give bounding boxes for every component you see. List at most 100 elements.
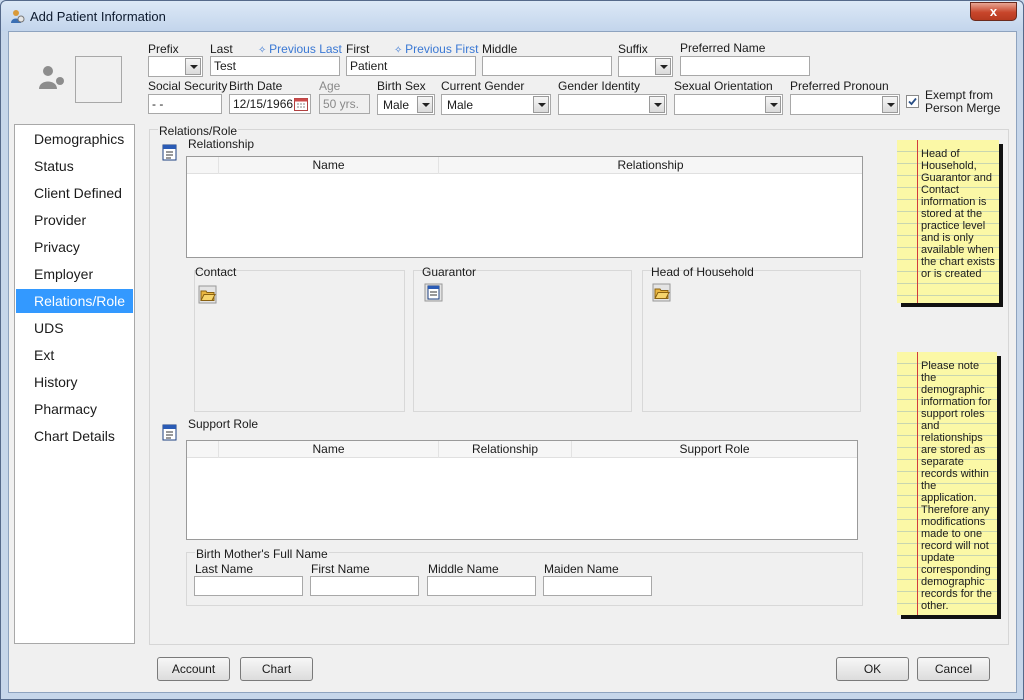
- note-margin-line: [917, 140, 918, 303]
- edit-guarantor-icon[interactable]: [424, 283, 443, 302]
- patient-dialog-window: Add Patient Information x Prefix Last ✧ …: [0, 0, 1024, 700]
- sidebar-item-uds[interactable]: UDS: [16, 316, 133, 340]
- chevron-down-icon[interactable]: [649, 96, 665, 113]
- note-line: the application.: [921, 480, 977, 504]
- bm-maiden-name-input[interactable]: [543, 576, 652, 596]
- note-line: the: [921, 372, 937, 384]
- birth-sex-select[interactable]: Male: [377, 94, 435, 115]
- age-label: Age: [319, 79, 341, 93]
- prefix-select[interactable]: [148, 56, 203, 77]
- birth-mother-group: Birth Mother's Full Name Last Name First…: [186, 547, 863, 606]
- current-gender-select[interactable]: Male: [441, 94, 551, 115]
- note-line: records for the: [921, 588, 992, 600]
- window-title: Add Patient Information: [30, 9, 166, 24]
- sidebar-item-history[interactable]: History: [16, 370, 133, 394]
- note-line: demographic: [921, 384, 985, 396]
- relationship-title: Relationship: [188, 137, 255, 151]
- note-line: demographic: [921, 576, 985, 588]
- last-name-input[interactable]: Test: [210, 56, 340, 76]
- birth-sex-label: Birth Sex: [377, 79, 426, 93]
- gender-identity-select[interactable]: [558, 94, 667, 115]
- name-column-header[interactable]: Name: [219, 441, 439, 458]
- calendar-icon[interactable]: [294, 97, 308, 111]
- note-line: the chart exists: [921, 256, 995, 268]
- cancel-button[interactable]: Cancel: [917, 657, 990, 681]
- note-line: Head of: [921, 148, 960, 160]
- open-folder-icon[interactable]: [198, 285, 217, 304]
- preferred-pronoun-select[interactable]: [790, 94, 900, 115]
- suffix-select[interactable]: [618, 56, 673, 77]
- previous-first-label: Previous First: [405, 42, 479, 56]
- note-line: made to one: [921, 528, 983, 540]
- birth-date-input[interactable]: 12/15/1966: [229, 94, 311, 114]
- account-button[interactable]: Account: [157, 657, 230, 681]
- note-line: and is only: [921, 232, 974, 244]
- bm-last-name-input[interactable]: [194, 576, 303, 596]
- contact-group: Contact: [194, 265, 405, 412]
- sidebar-item-ext[interactable]: Ext: [16, 343, 133, 367]
- bm-middle-name-label: Middle Name: [428, 562, 499, 576]
- note-line: separate: [921, 456, 964, 468]
- sidebar-item-demographics[interactable]: Demographics: [16, 127, 133, 151]
- current-gender-label: Current Gender: [441, 79, 525, 93]
- middle-name-input[interactable]: [482, 56, 612, 76]
- ssn-input[interactable]: - -: [148, 94, 222, 114]
- support-role-grid[interactable]: Name Relationship Support Role: [186, 440, 858, 540]
- sidebar-item-relations-role[interactable]: Relations/Role: [16, 289, 133, 313]
- previous-last-link[interactable]: ✧ Previous Last: [258, 42, 342, 56]
- previous-first-link[interactable]: ✧ Previous First: [394, 42, 479, 56]
- relationship-column-header[interactable]: Relationship: [439, 157, 862, 174]
- sidebar-item-chart-details[interactable]: Chart Details: [16, 424, 133, 448]
- chevron-down-icon[interactable]: [533, 96, 549, 113]
- sidebar-item-pharmacy[interactable]: Pharmacy: [16, 397, 133, 421]
- sidebar-item-status[interactable]: Status: [16, 154, 133, 178]
- ok-button[interactable]: OK: [836, 657, 909, 681]
- note-line: modifications: [921, 516, 986, 528]
- close-button[interactable]: x: [970, 2, 1017, 21]
- head-of-household-group: Head of Household: [642, 265, 861, 412]
- chevron-down-icon[interactable]: [765, 96, 781, 113]
- sidebar-item-privacy[interactable]: Privacy: [16, 235, 133, 259]
- dialog-content: Prefix Last ✧ Previous Last First ✧ Prev…: [8, 31, 1017, 693]
- bm-middle-name-input[interactable]: [427, 576, 536, 596]
- sexual-orientation-select[interactable]: [674, 94, 783, 115]
- title-bar[interactable]: Add Patient Information x: [1, 1, 1023, 31]
- middle-label: Middle: [482, 42, 518, 56]
- close-icon: x: [989, 4, 998, 19]
- support-role-column-header[interactable]: Support Role: [572, 441, 857, 458]
- sidebar-item-client-defined[interactable]: Client Defined: [16, 181, 133, 205]
- note-line: available when: [921, 244, 994, 256]
- contact-label: Contact: [195, 265, 237, 279]
- household-info-note-text: Head of Household, Guarantor and Contact inf…: [921, 148, 995, 280]
- chevron-down-icon[interactable]: [185, 58, 201, 75]
- bm-first-name-input[interactable]: [310, 576, 419, 596]
- name-column-header[interactable]: Name: [219, 157, 439, 174]
- gender-identity-label: Gender Identity: [558, 79, 641, 93]
- patient-photo-frame[interactable]: [75, 56, 122, 103]
- chevron-down-icon[interactable]: [655, 58, 671, 75]
- relations-role-panel: Relations/Role Relationship Name Relatio…: [149, 124, 1009, 645]
- row-selector-column: [187, 441, 219, 458]
- sidebar-item-provider[interactable]: Provider: [16, 208, 133, 232]
- head-of-household-label: Head of Household: [651, 265, 754, 279]
- note-line: information is: [921, 196, 987, 208]
- relationship-grid[interactable]: Name Relationship: [186, 156, 863, 258]
- chart-button[interactable]: Chart: [240, 657, 313, 681]
- note-line: Please note: [921, 360, 980, 372]
- sidebar-item-employer[interactable]: Employer: [16, 262, 133, 286]
- support-role-title: Support Role: [188, 417, 259, 431]
- chevron-down-icon[interactable]: [417, 96, 433, 113]
- household-info-note: Head of Household, Guarantor and Contact inf…: [897, 140, 999, 303]
- preferred-pronoun-label: Preferred Pronoun: [790, 79, 889, 93]
- bm-first-name-label: First Name: [311, 562, 370, 576]
- open-folder-icon[interactable]: [652, 283, 671, 302]
- exempt-merge-checkbox[interactable]: [906, 95, 919, 108]
- support-role-grid-header: Name Relationship Support Role: [187, 441, 857, 458]
- first-name-input[interactable]: Patient: [346, 56, 476, 76]
- chevron-down-icon[interactable]: [882, 96, 898, 113]
- edit-relationship-icon[interactable]: [160, 143, 179, 162]
- edit-support-role-icon[interactable]: [160, 423, 179, 442]
- preferred-name-input[interactable]: [680, 56, 810, 76]
- birth-sex-value: Male: [383, 98, 410, 112]
- relationship-column-header[interactable]: Relationship: [439, 441, 572, 458]
